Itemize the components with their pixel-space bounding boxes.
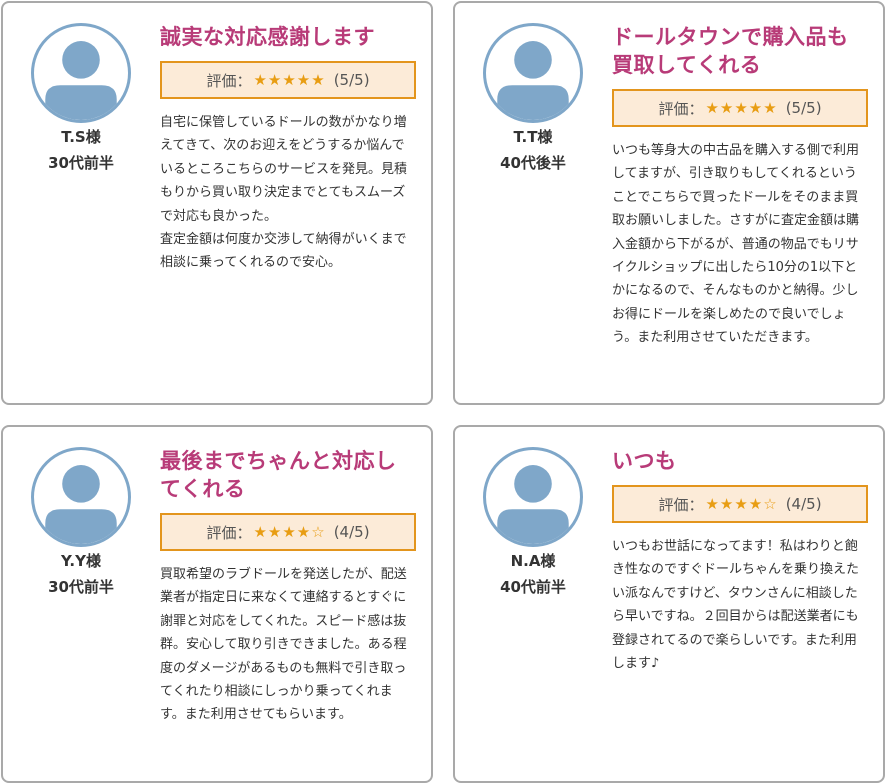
rating-score: (5/5) [785,99,822,117]
review-title: 誠実な対応感謝します [160,25,375,49]
reviewer-age: 40代後半 [500,154,566,172]
user-silhouette-icon [483,447,583,547]
reviewer-age: 30代前半 [48,154,114,172]
star-rating-icon: ★★★★☆ [705,495,778,513]
review-card: T.T様 40代後半 ドールタウンで購入品も買取してくれる 評価： ★★★★★ … [453,1,885,405]
review-text: 自宅に保管しているドールの数がかなり増えてきて、次のお迎えをどうするか悩んでいる… [160,115,408,271]
review-title: 最後までちゃんと対応してくれる [160,449,397,501]
star-rating-icon: ★★★★☆ [253,523,326,541]
reviewer-name: Y.Y様 [61,552,101,570]
review-text: いつもお世話になってます！私はわりと飽き性なのですぐドールちゃんを乗り換えたい派… [612,539,860,672]
review-card: N.A様 40代前半 いつも 評価： ★★★★☆ (4/5) いつもお世話になっ… [453,425,885,783]
user-silhouette-icon [31,23,131,123]
rating-box: 評価： ★★★★☆ (4/5) [612,485,868,523]
rating-score: (4/5) [785,495,822,513]
rating-score: (5/5) [333,71,370,89]
reviewer-name: T.S様 [61,128,101,146]
rating-label: 評価： [206,523,252,542]
reviewer-age: 30代前半 [48,578,114,596]
rating-box: 評価： ★★★★★ (5/5) [160,61,416,99]
rating-label: 評価： [658,495,704,514]
review-card: T.S様 30代前半 誠実な対応感謝します 評価： ★★★★★ (5/5) 自宅… [1,1,433,405]
review-title: ドールタウンで購入品も買取してくれる [612,25,849,77]
review-content: いつも 評価： ★★★★☆ (4/5) いつもお世話になってます！私はわりと飽き… [612,447,868,675]
review-card: Y.Y様 30代前半 最後までちゃんと対応してくれる 評価： ★★★★☆ (4/… [1,425,433,783]
review-content: ドールタウンで購入品も買取してくれる 評価： ★★★★★ (5/5) いつも等身… [612,23,868,350]
user-silhouette-icon [31,447,131,547]
review-content: 最後までちゃんと対応してくれる 評価： ★★★★☆ (4/5) 買取希望のラブド… [160,447,416,727]
review-title: いつも [612,449,677,473]
review-content: 誠実な対応感謝します 評価： ★★★★★ (5/5) 自宅に保管しているドールの… [160,23,416,275]
rating-box: 評価： ★★★★★ (5/5) [612,89,868,127]
rating-score: (4/5) [333,523,370,541]
reviewer-name: T.T様 [513,128,553,146]
reviewer-age: 40代前半 [500,578,566,596]
review-text: 買取希望のラブドールを発送したが、配送業者が指定日に来なくて連絡するとすぐに謝罪… [160,567,407,723]
rating-box: 評価： ★★★★☆ (4/5) [160,513,416,551]
review-text: いつも等身大の中古品を購入する側で利用してますが、引き取りもしてくれるということ… [612,143,860,346]
reviewer-name: N.A様 [510,552,556,570]
rating-label: 評価： [658,99,704,118]
star-rating-icon: ★★★★★ [705,99,778,117]
user-silhouette-icon [483,23,583,123]
rating-label: 評価： [206,71,252,90]
star-rating-icon: ★★★★★ [253,71,326,89]
